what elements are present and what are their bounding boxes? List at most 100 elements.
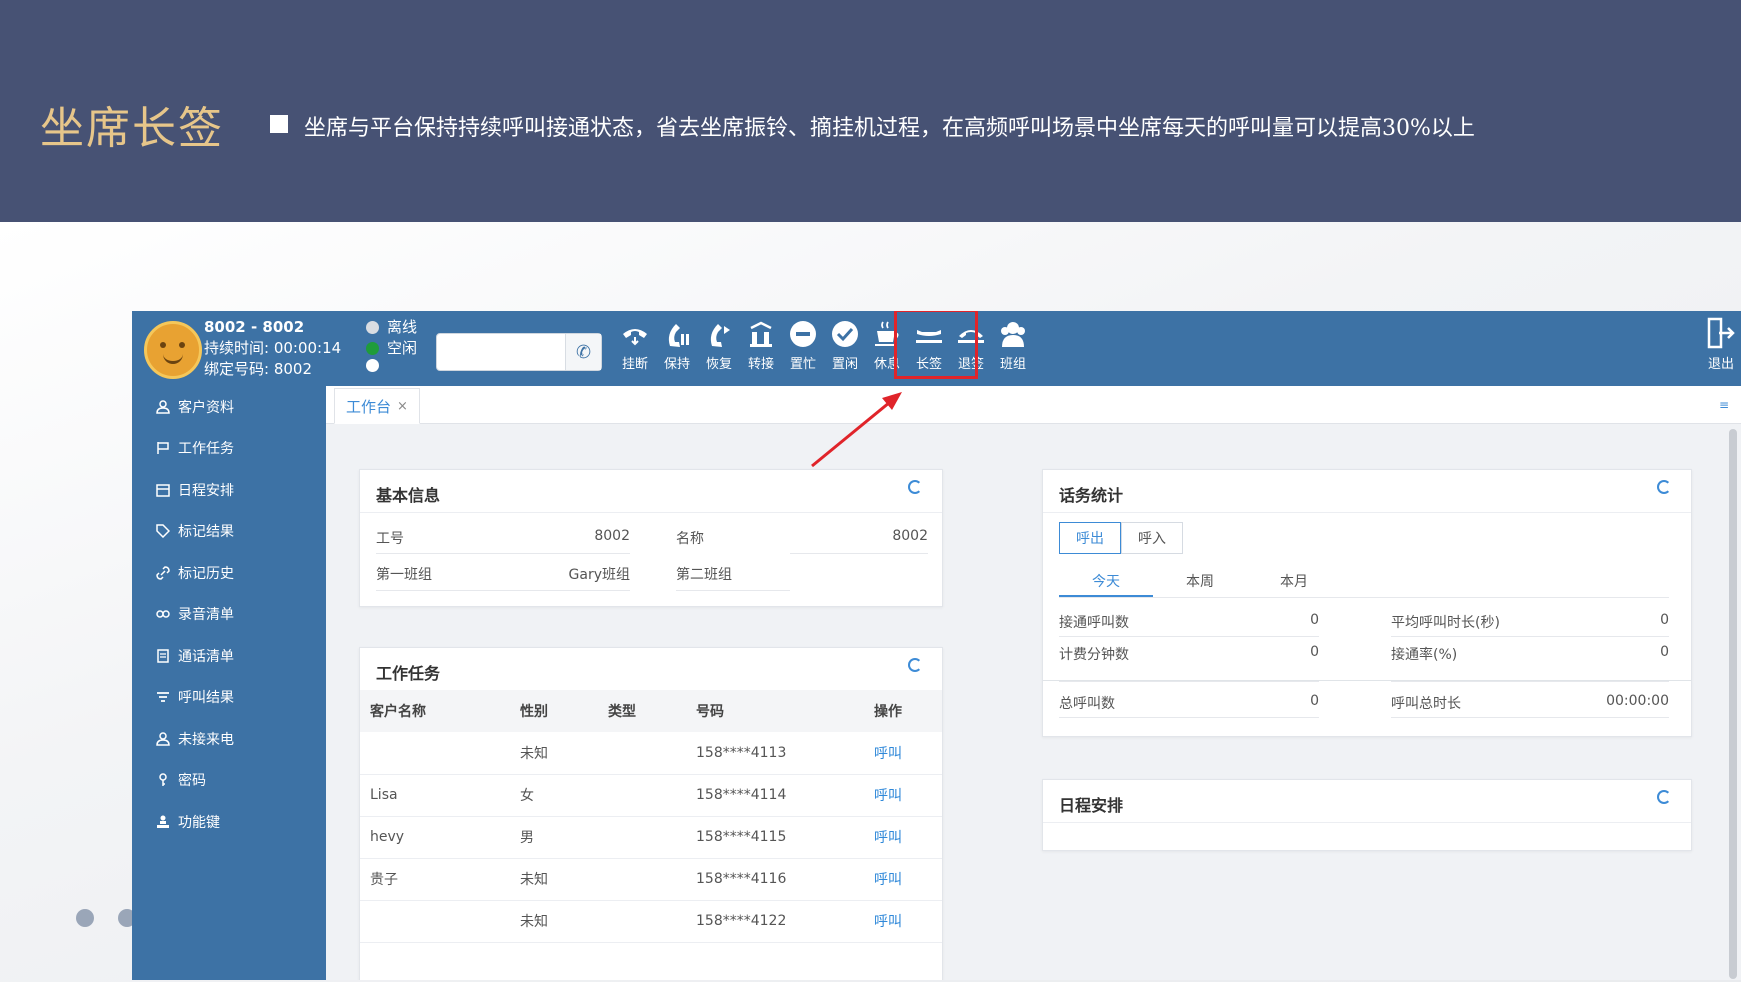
- schedule-panel: 日程安排: [1042, 779, 1692, 851]
- call-link[interactable]: 呼叫: [864, 858, 942, 901]
- field-label: 工号: [376, 531, 404, 547]
- idle-icon: [830, 319, 860, 349]
- call-link[interactable]: 呼叫: [864, 774, 942, 817]
- field-value: 8002: [892, 528, 928, 544]
- sidebar-item-password[interactable]: 密码: [132, 760, 326, 802]
- stat-value: 0: [1310, 612, 1319, 628]
- hold-button[interactable]: 保持: [656, 319, 698, 372]
- table-row: 未知 158****4113 呼叫: [360, 732, 942, 775]
- sidebar-item-function-keys[interactable]: 功能键: [132, 801, 326, 843]
- slide-title: 坐席长签: [40, 103, 224, 154]
- stat-value: 0: [1660, 644, 1669, 660]
- sidebar-item-schedule[interactable]: 日程安排: [132, 469, 326, 511]
- recording-icon: [156, 607, 170, 621]
- sidebar-item-missed-calls[interactable]: 未接来电: [132, 718, 326, 760]
- tab-workbench[interactable]: 工作台 ×: [334, 388, 420, 424]
- team-button[interactable]: 班组: [992, 319, 1034, 372]
- close-icon[interactable]: ×: [397, 399, 408, 414]
- field-label: 第二班组: [676, 567, 732, 583]
- table-row: 贵子 未知 158****4116 呼叫: [360, 858, 942, 901]
- field-label: 名称: [676, 531, 704, 547]
- table-row: 未知 158****4122 呼叫: [360, 900, 942, 943]
- tab-month[interactable]: 本月: [1247, 566, 1341, 597]
- column-header[interactable]: 类型: [598, 690, 686, 732]
- function-icon: [156, 815, 170, 829]
- logout-icon: [1706, 317, 1736, 353]
- call-stats-panel: 话务统计 呼出 呼入 今天 本周 本月 接通呼叫数 0 平均呼叫时长(秒) 0 …: [1042, 469, 1692, 681]
- sidebar: 客户资料 工作任务 日程安排 标记结果 标记历史 录音清单 通话清单 呼叫结果 …: [132, 386, 326, 980]
- field-label: 第一班组: [376, 567, 432, 583]
- basic-info-panel: 基本信息 工号 8002 名称 8002 第一班组 Gary班组 第二班组: [359, 469, 943, 607]
- tasks-table: 客户名称 性别 类型 号码 操作 未知 158****4113 呼叫 Lisa 女 1…: [360, 690, 942, 943]
- idle-button[interactable]: 置闲: [824, 319, 866, 372]
- table-row: hevy 男 158****4115 呼叫: [360, 816, 942, 859]
- outbound-button[interactable]: 呼出: [1059, 522, 1121, 554]
- transfer-button[interactable]: 转接: [740, 319, 782, 372]
- agent-info: 8002 - 8002 持续时间: 00:00:14 绑定号码: 8002: [204, 317, 341, 380]
- hangup-icon: [620, 319, 650, 349]
- scrollbar[interactable]: [1729, 429, 1737, 979]
- top-toolbar: 8002 - 8002 持续时间: 00:00:14 绑定号码: 8002 离线…: [132, 311, 1741, 386]
- transfer-icon: [746, 319, 776, 349]
- call-link[interactable]: 呼叫: [864, 816, 942, 859]
- stat-label: 平均呼叫时长(秒): [1391, 615, 1500, 631]
- logout-button[interactable]: 退出: [1703, 317, 1739, 372]
- refresh-icon[interactable]: [908, 658, 922, 672]
- dial-box: ✆: [436, 333, 602, 371]
- tag-icon: [156, 524, 170, 539]
- refresh-icon[interactable]: [1657, 790, 1671, 804]
- filter-icon: [156, 690, 170, 704]
- stat-label: 接通率(%): [1391, 647, 1458, 663]
- sidebar-item-customer[interactable]: 客户资料: [132, 386, 326, 428]
- status-offline[interactable]: 离线: [366, 317, 417, 338]
- inbound-button[interactable]: 呼入: [1121, 522, 1183, 554]
- bullet-square-icon: [270, 115, 288, 133]
- hangup-button[interactable]: 挂断: [614, 319, 656, 372]
- user-icon: [156, 400, 170, 414]
- stat-value: 0: [1310, 644, 1319, 660]
- resume-button[interactable]: 恢复: [698, 319, 740, 372]
- tab-today[interactable]: 今天: [1059, 566, 1153, 597]
- panel-title: 日程安排: [1059, 796, 1124, 815]
- resume-icon: [704, 319, 734, 349]
- stat-value: 0: [1310, 693, 1319, 709]
- call-link[interactable]: 呼叫: [864, 900, 942, 943]
- refresh-icon[interactable]: [908, 480, 922, 494]
- agent-avatar: [144, 321, 202, 379]
- list-icon: [156, 649, 170, 663]
- tab-menu-icon[interactable]: ≡: [1719, 398, 1729, 412]
- sidebar-item-call-list[interactable]: 通话清单: [132, 635, 326, 677]
- status-idle[interactable]: 空闲: [366, 338, 417, 359]
- long-sign-highlight-box: [894, 311, 978, 379]
- refresh-icon[interactable]: [1657, 480, 1671, 494]
- dial-input[interactable]: [437, 334, 565, 370]
- call-stats-panel-extra: 总呼叫数 0 呼叫总时长 00:00:00: [1042, 681, 1692, 737]
- panel-title: 工作任务: [376, 664, 441, 683]
- call-center-app: 8002 - 8002 持续时间: 00:00:14 绑定号码: 8002 离线…: [132, 311, 1741, 980]
- panel-title: 基本信息: [376, 486, 441, 505]
- sidebar-item-mark-result[interactable]: 标记结果: [132, 511, 326, 553]
- status-other[interactable]: [366, 359, 417, 372]
- agent-duration: 持续时间: 00:00:14: [204, 339, 342, 357]
- stat-label: 计费分钟数: [1059, 647, 1129, 663]
- column-header[interactable]: 客户名称: [360, 690, 510, 732]
- busy-button[interactable]: 置忙: [782, 319, 824, 372]
- sidebar-item-call-result[interactable]: 呼叫结果: [132, 677, 326, 719]
- sidebar-item-tasks[interactable]: 工作任务: [132, 428, 326, 470]
- sidebar-item-recordings[interactable]: 录音清单: [132, 594, 326, 636]
- dial-phone-icon[interactable]: ✆: [565, 334, 601, 370]
- column-header[interactable]: 性别: [510, 690, 598, 732]
- sidebar-item-mark-history[interactable]: 标记历史: [132, 552, 326, 594]
- flag-icon: [156, 441, 170, 455]
- table-row: Lisa 女 158****4114 呼叫: [360, 774, 942, 817]
- column-header[interactable]: 号码: [686, 690, 864, 732]
- stat-label: 总呼叫数: [1059, 696, 1115, 712]
- slide-description: 坐席与平台保持持续呼叫接通状态，省去坐席振铃、摘挂机过程，在高频呼叫场景中坐席每…: [304, 116, 1475, 141]
- user-icon: [156, 732, 170, 746]
- call-link[interactable]: 呼叫: [864, 732, 942, 775]
- stat-value: 00:00:00: [1606, 693, 1669, 709]
- calendar-icon: [156, 483, 170, 497]
- tab-week[interactable]: 本周: [1153, 566, 1247, 597]
- column-header[interactable]: 操作: [864, 690, 942, 732]
- link-icon: [156, 565, 170, 580]
